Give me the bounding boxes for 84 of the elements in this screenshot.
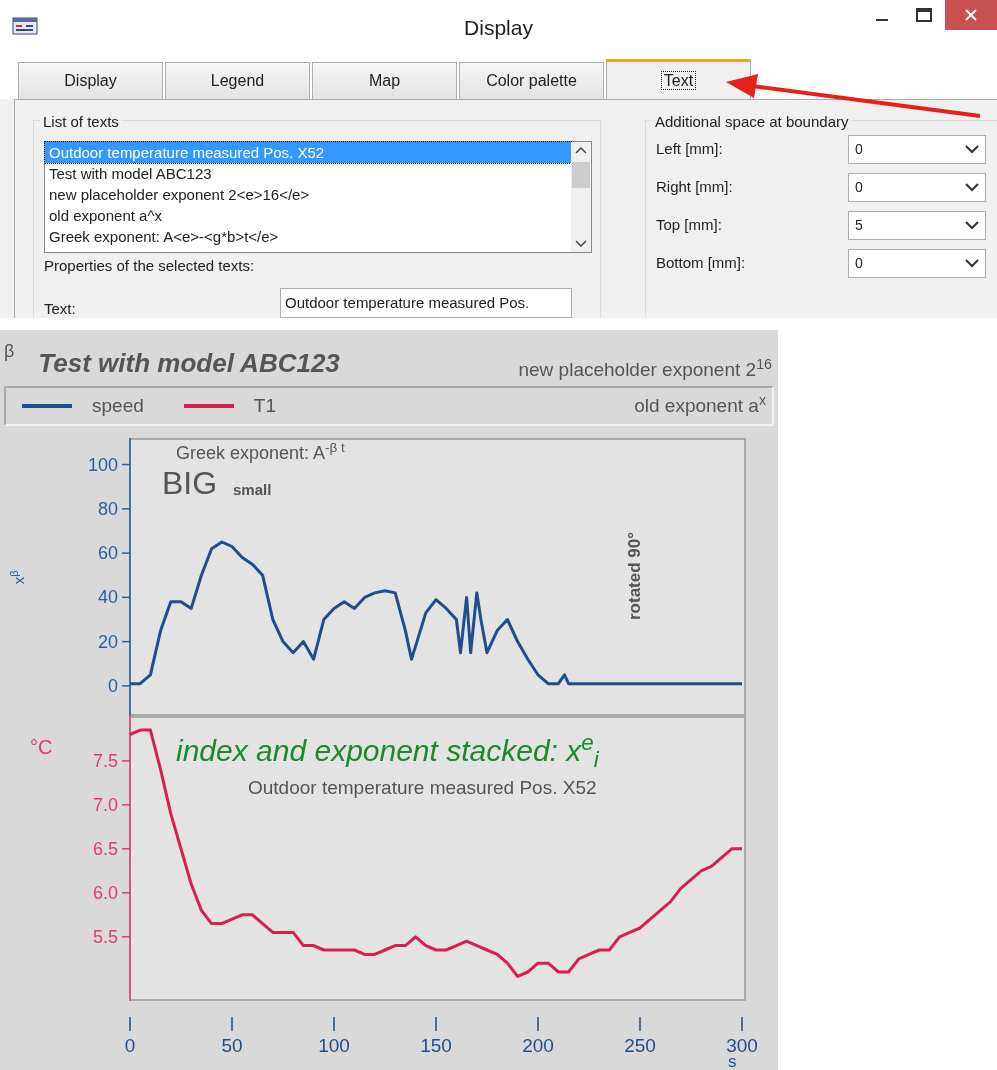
legend-label: speed	[92, 393, 144, 418]
corner-label: β	[4, 340, 15, 363]
scroll-up-icon[interactable]	[575, 146, 587, 154]
legend-note: old exponent a$^{x}$	[634, 391, 766, 418]
y-tick-label: 6.5	[92, 838, 118, 859]
y-axis-label: °C	[30, 735, 53, 760]
window-icon	[12, 15, 38, 35]
x-tick	[435, 1016, 437, 1032]
x-tick-label: 150	[420, 1035, 452, 1056]
chevron-down-icon	[965, 145, 979, 154]
y-tick-label: 60	[97, 543, 118, 564]
window-title: Display	[464, 15, 533, 41]
list-item[interactable]: Greek exponent: A<e>-<g*b>t</e>	[45, 226, 571, 247]
text-label: Text:	[44, 298, 77, 318]
x-tick	[639, 1016, 641, 1032]
x-tick	[231, 1016, 233, 1032]
x-tick-label: 0	[124, 1035, 136, 1056]
y-tick-label: 5.5	[92, 926, 118, 947]
x-tick-label: 50	[221, 1035, 243, 1056]
properties-label: Properties of the selected texts:	[44, 256, 256, 276]
y-tick	[121, 463, 131, 466]
texts-listbox[interactable]: Outdoor temperature measured Pos. X52 Test with model ABC123 new placeholder exponent 2<e>16</e> old exponent a^x Greek exponent: A<e>-<g*b>t</e>	[44, 141, 592, 253]
dropdown[interactable]: 5	[848, 211, 986, 240]
y-tick-label: 100	[87, 454, 118, 475]
scroll-thumb[interactable]	[572, 162, 590, 188]
field-label: Left [mm]:	[656, 139, 724, 160]
x-tick-label: 250	[624, 1035, 656, 1056]
y-tick-label: 7.5	[92, 750, 118, 771]
y-tick	[121, 936, 131, 938]
chevron-down-icon	[965, 259, 979, 268]
scrollbar[interactable]	[571, 142, 591, 252]
plot-title: Test with model ABC123	[38, 347, 340, 380]
x-tick	[741, 1016, 743, 1032]
y-tick	[121, 804, 131, 806]
y-tick	[121, 552, 131, 554]
x-tick-label: 200	[522, 1035, 554, 1056]
dropdown[interactable]: 0	[848, 135, 986, 164]
y-tick	[121, 848, 131, 850]
y-tick	[121, 760, 131, 762]
tab[interactable]: Display	[18, 62, 163, 99]
chart-annotation: BIG	[162, 466, 218, 502]
y-tick	[121, 508, 131, 510]
y-tick-label: 80	[97, 498, 118, 519]
list-item[interactable]: new placeholder exponent 2<e>16</e>	[45, 184, 571, 205]
x-tick	[537, 1016, 539, 1032]
list-item[interactable]: Test with model ABC123	[45, 163, 571, 184]
y-tick	[121, 892, 131, 894]
x-tick-label: 100	[318, 1035, 350, 1056]
maximize-icon	[915, 7, 933, 23]
y-tick	[121, 640, 131, 643]
list-item[interactable]: old exponent a^x	[45, 205, 571, 226]
tab[interactable]: Text	[606, 59, 751, 99]
y-tick	[121, 596, 131, 599]
y-tick	[121, 685, 131, 687]
tab[interactable]: Map	[312, 62, 457, 99]
chart-annotation: small	[233, 482, 272, 499]
field-label: Top [mm]:	[656, 215, 723, 236]
field-label: Bottom [mm]:	[656, 253, 747, 274]
legend-label: T1	[253, 393, 276, 418]
x-axis-label: s	[728, 1053, 737, 1070]
y-tick-label: 6.0	[92, 882, 118, 903]
dropdown[interactable]: 0	[848, 249, 986, 278]
x-tick	[333, 1016, 335, 1032]
minimize-icon	[876, 19, 888, 21]
tab[interactable]: Color palette	[459, 62, 604, 99]
chart-annotation: Outdoor temperature measured Pos. X52	[248, 778, 597, 799]
x-tick	[129, 1016, 131, 1032]
field-label: Right [mm]:	[656, 177, 734, 198]
close-icon	[963, 7, 979, 23]
text-input-field[interactable]: Outdoor temperature measured Pos.	[280, 287, 572, 318]
chart-annotation: rotated 90°	[626, 531, 645, 620]
y-tick-label: 20	[97, 631, 118, 652]
chevron-down-icon	[965, 221, 979, 230]
y-tick-label: 40	[97, 587, 118, 608]
y-tick-label: 7.0	[92, 794, 118, 815]
x-tick-label: 300	[726, 1035, 758, 1056]
plot-subtitle: new placeholder exponent 2$^{16}$	[518, 356, 772, 382]
tab[interactable]: Legend	[165, 62, 310, 99]
scroll-down-icon[interactable]	[575, 240, 587, 248]
dropdown[interactable]: 0	[848, 173, 986, 202]
chevron-down-icon	[965, 183, 979, 192]
y-tick-label: 0	[108, 675, 118, 696]
chart-annotation: Greek exponent: A$^{-β t}$	[176, 444, 345, 464]
close-button[interactable]	[945, 0, 997, 30]
